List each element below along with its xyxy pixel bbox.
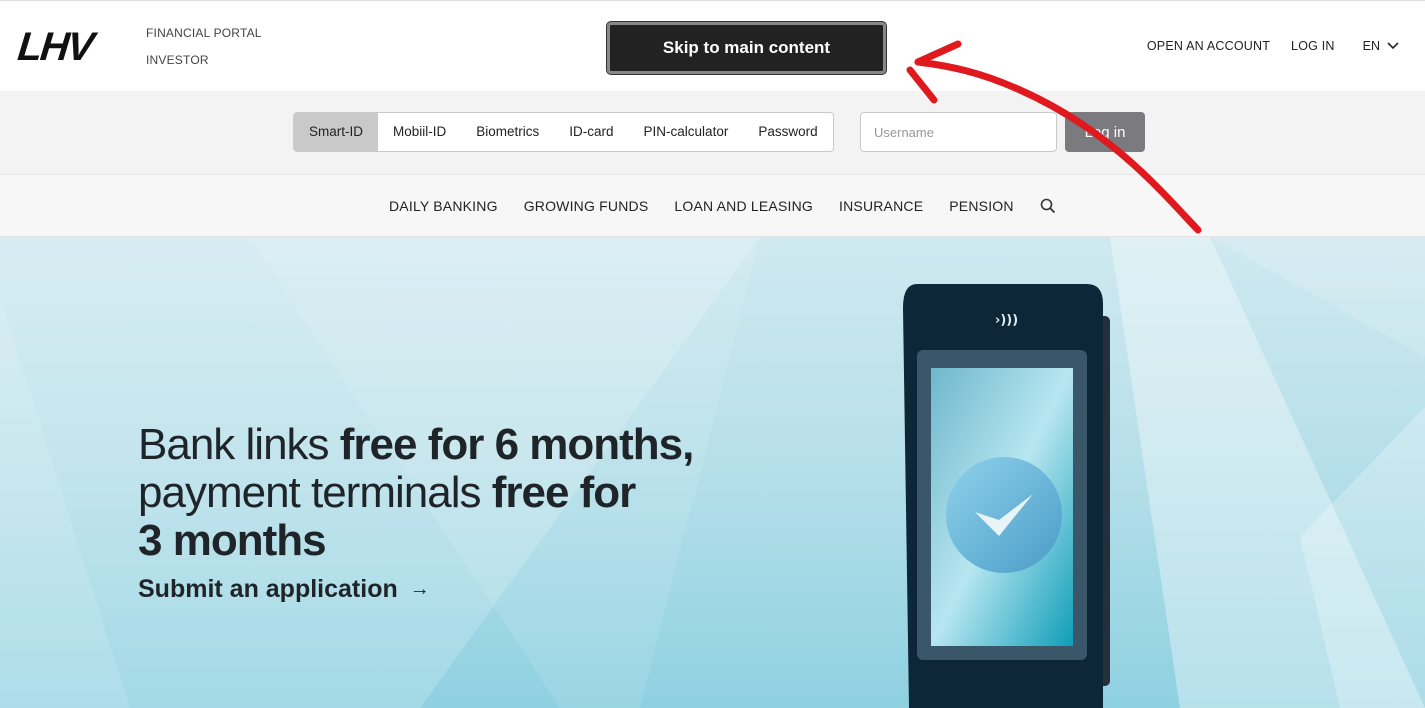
log-in-link[interactable]: LOG IN	[1291, 39, 1335, 53]
language-selector[interactable]: EN	[1363, 39, 1399, 53]
tab-biometrics[interactable]: Biometrics	[461, 113, 554, 151]
nav-loan-and-leasing[interactable]: LOAN AND LEASING	[674, 198, 813, 214]
tab-smart-id[interactable]: Smart-ID	[294, 113, 378, 151]
chevron-down-icon	[1387, 42, 1399, 50]
hero-banner: Bank links free for 6 months, payment te…	[0, 237, 1425, 708]
headline-line2-light: payment terminals	[138, 468, 492, 517]
cta-label: Submit an application	[138, 575, 398, 603]
arrow-right-icon: →	[409, 578, 430, 600]
login-bar: Smart-ID Mobiil-ID Biometrics ID-card PI…	[0, 91, 1425, 175]
skip-to-main-content-button[interactable]: Skip to main content	[607, 22, 886, 74]
tab-password[interactable]: Password	[743, 113, 832, 151]
language-label: EN	[1362, 39, 1380, 53]
nav-insurance[interactable]: INSURANCE	[839, 198, 923, 214]
top-header: LHV FINANCIAL PORTAL INVESTOR Skip to ma…	[0, 0, 1425, 91]
tab-pin-calculator[interactable]: PIN-calculator	[629, 113, 744, 151]
headline-line1-bold: free for 6 months,	[339, 420, 695, 469]
login-method-tabs: Smart-ID Mobiil-ID Biometrics ID-card PI…	[293, 112, 834, 152]
lhv-logo[interactable]: LHV	[16, 25, 95, 69]
hero-headline: Bank links free for 6 months, payment te…	[138, 420, 695, 565]
main-nav: DAILY BANKING GROWING FUNDS LOAN AND LEA…	[0, 175, 1425, 237]
portal-links: FINANCIAL PORTAL INVESTOR	[146, 21, 262, 75]
payment-terminal-image: ›)))	[903, 284, 1110, 708]
headline-line3-bold: 3 months	[138, 516, 327, 565]
top-right-links: OPEN AN ACCOUNT LOG IN EN	[1126, 39, 1399, 53]
investor-link[interactable]: INVESTOR	[146, 48, 262, 75]
svg-text:›))): ›)))	[995, 313, 1018, 328]
search-button[interactable]	[1040, 198, 1056, 214]
submit-application-link[interactable]: Submit an application →	[138, 575, 430, 604]
search-icon	[1040, 198, 1055, 214]
headline-line2-bold: free for	[491, 468, 637, 517]
financial-portal-link[interactable]: FINANCIAL PORTAL	[146, 21, 262, 48]
nav-daily-banking[interactable]: DAILY BANKING	[389, 198, 498, 214]
nav-growing-funds[interactable]: GROWING FUNDS	[524, 198, 649, 214]
tab-id-card[interactable]: ID-card	[554, 113, 628, 151]
open-account-link[interactable]: OPEN AN ACCOUNT	[1147, 39, 1270, 53]
log-in-button[interactable]: Log in	[1065, 112, 1145, 152]
headline-line1-light: Bank links	[138, 420, 340, 469]
nav-pension[interactable]: PENSION	[949, 198, 1013, 214]
tab-mobiil-id[interactable]: Mobiil-ID	[378, 113, 461, 151]
username-input[interactable]	[860, 112, 1057, 152]
